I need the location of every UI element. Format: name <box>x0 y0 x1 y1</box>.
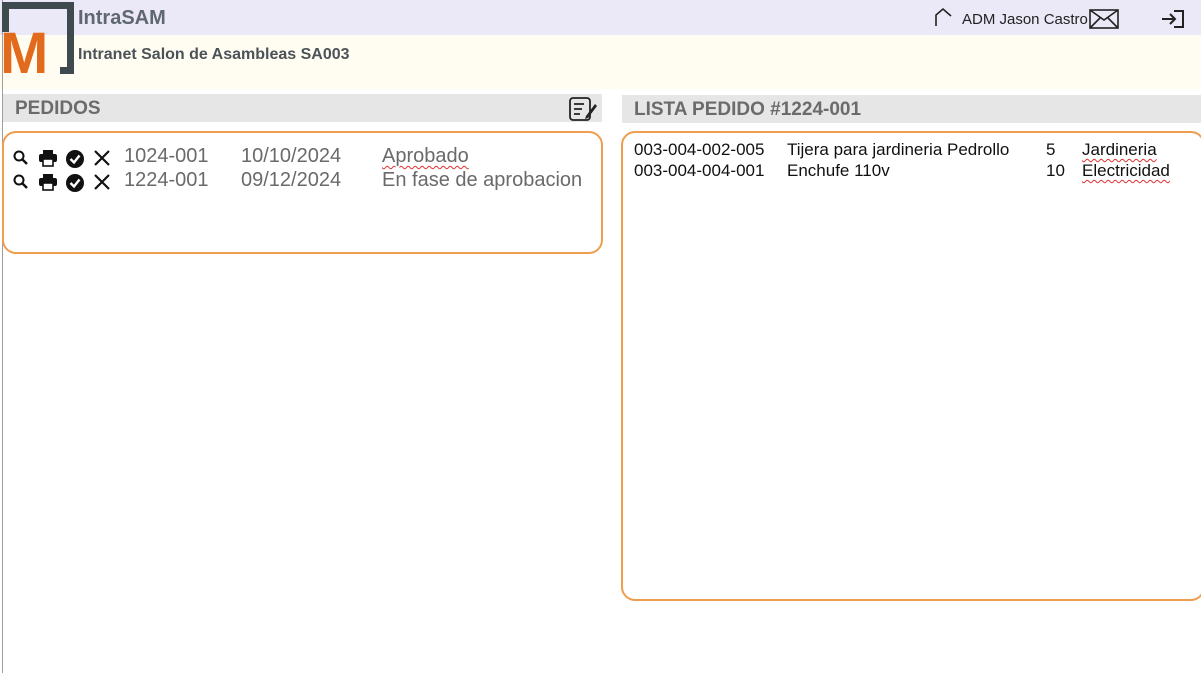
logo-letter: M <box>0 21 48 76</box>
app-logo[interactable]: M <box>0 0 76 86</box>
close-icon[interactable] <box>93 173 111 196</box>
order-status: Aprobado <box>382 145 469 167</box>
app-title: IntraSAM <box>78 7 166 29</box>
order-date: 09/12/2024 <box>241 169 342 191</box>
order-row[interactable]: 1224-001 09/12/2024 En fase de aprobacio… <box>4 169 604 193</box>
lista-title: LISTA PEDIDO #1224-001 <box>634 99 862 120</box>
pedidos-panel: 1024-001 10/10/2024 Aprobado 1224-001 09… <box>2 131 603 254</box>
item-description: Tijera para jardineria Pedrollo <box>787 140 1010 159</box>
mail-icon[interactable] <box>1089 9 1119 34</box>
order-row[interactable]: 1024-001 10/10/2024 Aprobado <box>4 145 604 169</box>
print-icon[interactable] <box>38 173 58 196</box>
lista-header: LISTA PEDIDO #1224-001 <box>622 95 1201 123</box>
list-item[interactable]: 003-004-004-001 Enchufe 110v 10 Electric… <box>623 161 1201 181</box>
lista-panel: 003-004-002-005 Tijera para jardineria P… <box>621 131 1201 601</box>
search-icon[interactable] <box>12 173 30 196</box>
order-date: 10/10/2024 <box>241 145 342 167</box>
item-code: 003-004-004-001 <box>634 161 765 180</box>
edit-list-icon[interactable] <box>568 96 598 128</box>
logout-icon[interactable] <box>1160 9 1186 34</box>
pedidos-title: PEDIDOS <box>15 98 101 119</box>
list-item[interactable]: 003-004-002-005 Tijera para jardineria P… <box>623 140 1201 160</box>
home-icon[interactable] <box>932 6 954 33</box>
check-circle-icon[interactable] <box>65 173 85 198</box>
pedidos-header: PEDIDOS <box>3 94 602 122</box>
user-menu[interactable]: ADM Jason Castro <box>932 6 1088 33</box>
order-id[interactable]: 1024-001 <box>124 145 209 168</box>
order-id[interactable]: 1224-001 <box>124 169 209 192</box>
item-quantity: 10 <box>1046 161 1065 180</box>
item-description: Enchufe 110v <box>787 161 890 180</box>
item-category: Electricidad <box>1082 161 1170 180</box>
user-name[interactable]: ADM Jason Castro <box>962 11 1088 28</box>
order-status: En fase de aprobacion <box>382 169 583 191</box>
item-quantity: 5 <box>1046 140 1056 159</box>
item-code: 003-004-002-005 <box>634 140 765 159</box>
app-subtitle: Intranet Salon de Asambleas SA003 <box>78 46 350 63</box>
item-category: Jardineria <box>1082 140 1157 159</box>
